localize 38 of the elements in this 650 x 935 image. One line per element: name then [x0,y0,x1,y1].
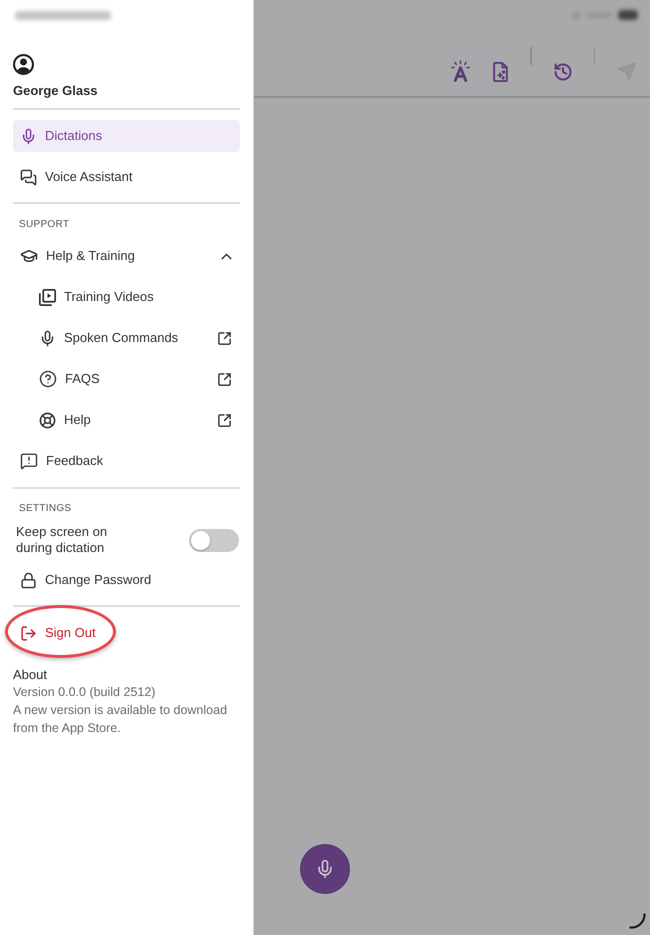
external-link-icon [217,330,232,346]
submenu-item[interactable]: FAQS [13,363,240,395]
letter-sparkle-icon[interactable] [450,60,471,82]
lock-icon [20,572,37,588]
arc-icon [629,913,646,929]
blurred-status-drawing [573,10,638,20]
document-sparkle-icon[interactable] [492,62,509,82]
menu-item[interactable]: Sign Out [13,617,240,649]
external-link-icon [217,412,232,428]
menu-item[interactable]: Feedback [13,445,240,477]
section-heading: SUPPORT [19,219,70,231]
lifebuoy-icon [39,412,56,428]
section-heading: SETTINGS [19,503,72,515]
graduation-cap-icon [20,247,38,265]
version-text: Version 0.0.0 (build 2512) [13,684,156,701]
submenu-item[interactable]: Spoken Commands [13,322,240,354]
menu-item[interactable]: Change Password [13,564,240,596]
chat-bubbles-icon [20,168,37,186]
toggle-switch[interactable] [189,528,239,552]
external-link-icon [217,372,232,386]
history-icon[interactable] [552,62,572,82]
toggle-label: Keep screen on during dictation [16,524,108,556]
alert-bubble-icon [20,452,38,470]
user-avatar-icon [13,54,34,75]
video-stack-icon [39,288,56,306]
nav-item[interactable]: Dictations [13,120,240,152]
menu-item[interactable]: Help & Training [13,240,240,272]
submenu-item[interactable]: Training Videos [13,281,240,313]
about-title: About [13,667,48,683]
microphone-icon [39,330,56,346]
sign-out-icon [20,624,37,642]
submenu-item[interactable]: Help [13,404,240,436]
update-notice: A new version is available to download from the App Store. [13,702,228,737]
microphone-icon [20,128,37,144]
nav-item[interactable]: Voice Assistant [13,161,240,193]
question-circle-icon [39,370,57,388]
user-name: George Glass [13,83,99,99]
record-button[interactable] [300,844,350,894]
